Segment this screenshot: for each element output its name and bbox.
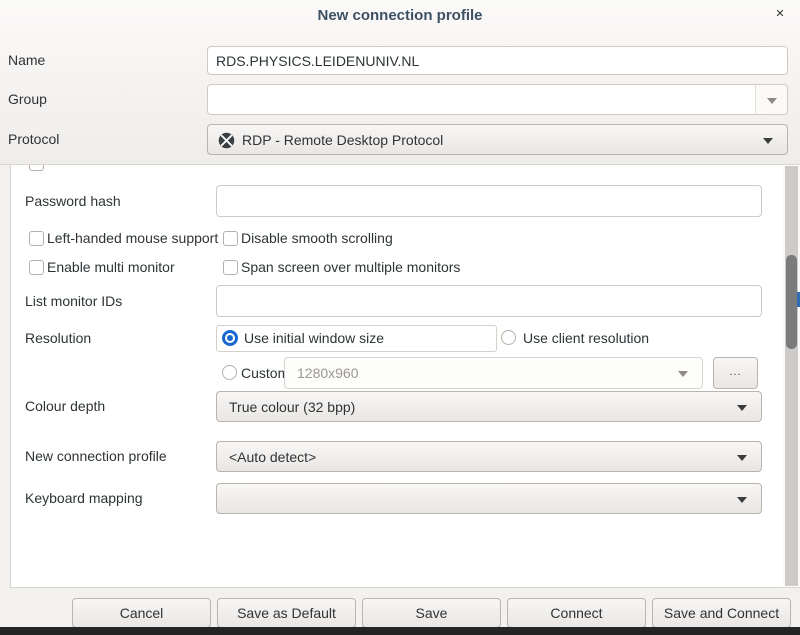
name-label: Name bbox=[8, 46, 45, 75]
chevron-down-icon bbox=[763, 138, 773, 144]
dialog-header: New connection profile ✕ Name Group Prot… bbox=[0, 0, 800, 165]
colour-depth-label: Colour depth bbox=[25, 391, 105, 422]
keyboard-mapping-label: Keyboard mapping bbox=[25, 483, 143, 514]
group-label: Group bbox=[8, 84, 47, 115]
chevron-down-icon bbox=[737, 405, 747, 411]
clipped-checkbox[interactable] bbox=[29, 165, 44, 171]
save-and-connect-button[interactable]: Save and Connect bbox=[652, 598, 791, 628]
custom-resolution-radio[interactable] bbox=[222, 365, 237, 380]
use-initial-window-size-radio[interactable] bbox=[222, 330, 238, 346]
chevron-down-icon bbox=[737, 455, 747, 461]
new-connection-profile-label: New connection profile bbox=[25, 441, 167, 472]
custom-resolution-value: 1280x960 bbox=[297, 358, 359, 388]
chevron-down-icon bbox=[678, 371, 688, 377]
scrollbar-thumb[interactable] bbox=[786, 255, 797, 349]
resolution-label: Resolution bbox=[25, 325, 91, 352]
protocol-label: Protocol bbox=[8, 124, 59, 155]
chevron-down-icon bbox=[737, 497, 747, 503]
chevron-down-icon bbox=[767, 98, 777, 104]
save-as-default-button[interactable]: Save as Default bbox=[217, 598, 356, 628]
group-dropdown-button[interactable] bbox=[755, 85, 787, 114]
name-input[interactable] bbox=[207, 46, 788, 75]
use-client-resolution-radio[interactable] bbox=[501, 330, 516, 345]
enable-multi-monitor-checkbox[interactable] bbox=[29, 260, 44, 275]
group-combo[interactable] bbox=[207, 84, 788, 115]
custom-resolution-combo[interactable]: 1280x960 bbox=[284, 357, 703, 389]
keyboard-mapping-dropdown[interactable] bbox=[216, 483, 762, 514]
list-monitor-ids-input[interactable] bbox=[216, 285, 762, 317]
connect-button[interactable]: Connect bbox=[507, 598, 646, 628]
radio-label: Custom bbox=[241, 365, 289, 381]
colour-depth-dropdown[interactable]: True colour (32 bpp) bbox=[216, 391, 762, 422]
span-screen-checkbox[interactable] bbox=[223, 260, 238, 275]
new-connection-profile-dropdown[interactable]: <Auto detect> bbox=[216, 441, 762, 472]
settings-scroll-panel: Password hash Left-handed mouse support … bbox=[10, 165, 800, 588]
save-button[interactable]: Save bbox=[362, 598, 501, 628]
dialog-title: New connection profile bbox=[0, 7, 800, 24]
checkbox-label: Enable multi monitor bbox=[47, 259, 175, 275]
radio-label: Use client resolution bbox=[523, 330, 649, 346]
disable-smooth-scrolling-checkbox[interactable] bbox=[223, 231, 238, 246]
bottom-dark-strip bbox=[0, 627, 800, 635]
left-handed-mouse-checkbox[interactable] bbox=[29, 231, 44, 246]
protocol-dropdown[interactable]: RDP - Remote Desktop Protocol bbox=[207, 124, 788, 155]
scrollbar-track[interactable] bbox=[785, 166, 798, 586]
cancel-button[interactable]: Cancel bbox=[72, 598, 211, 628]
resolution-more-button[interactable]: ... bbox=[713, 357, 758, 389]
close-icon[interactable]: ✕ bbox=[772, 6, 788, 22]
rdp-protocol-icon bbox=[218, 132, 235, 149]
password-hash-input[interactable] bbox=[216, 185, 762, 217]
password-hash-label: Password hash bbox=[25, 185, 121, 217]
checkbox-label: Span screen over multiple monitors bbox=[241, 259, 460, 275]
colour-depth-value: True colour (32 bpp) bbox=[229, 392, 355, 421]
radio-label: Use initial window size bbox=[244, 330, 384, 346]
protocol-value: RDP - Remote Desktop Protocol bbox=[242, 125, 443, 154]
checkbox-label: Disable smooth scrolling bbox=[241, 230, 393, 246]
new-connection-profile-dialog: New connection profile ✕ Name Group Prot… bbox=[0, 0, 800, 635]
list-monitor-ids-label: List monitor IDs bbox=[25, 285, 122, 317]
new-connection-profile-value: <Auto detect> bbox=[229, 442, 316, 471]
checkbox-label: Left-handed mouse support bbox=[47, 230, 218, 246]
